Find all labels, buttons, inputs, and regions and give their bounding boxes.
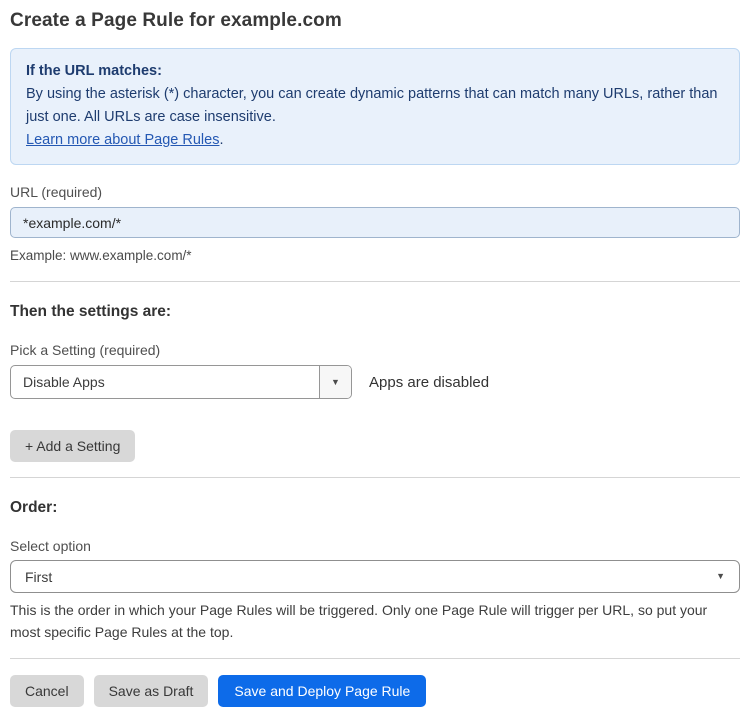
save-as-draft-button[interactable]: Save as Draft bbox=[93, 675, 209, 707]
learn-more-link[interactable]: Learn more about Page Rules bbox=[26, 132, 219, 148]
cancel-button[interactable]: Cancel bbox=[10, 675, 84, 707]
chevron-down-icon: ▼ bbox=[716, 571, 725, 581]
info-box-body: By using the asterisk (*) character, you… bbox=[26, 86, 718, 125]
setting-select[interactable]: Disable Apps ▼ bbox=[10, 365, 352, 399]
setting-select-value: Disable Apps bbox=[23, 374, 105, 390]
order-helper-text: This is the order in which your Page Rul… bbox=[10, 602, 708, 640]
setting-select-arrow-button[interactable]: ▼ bbox=[319, 366, 351, 398]
order-section-heading: Order: bbox=[10, 499, 58, 516]
divider bbox=[10, 658, 740, 659]
link-period: . bbox=[219, 132, 224, 148]
page-title: Create a Page Rule for example.com bbox=[10, 10, 342, 31]
setting-row: Disable Apps ▼ Apps are disabled bbox=[10, 365, 740, 399]
save-and-deploy-button[interactable]: Save and Deploy Page Rule bbox=[218, 675, 427, 707]
url-field-label: URL (required) bbox=[10, 184, 103, 200]
chevron-down-icon: ▼ bbox=[331, 376, 340, 387]
url-match-info-box: If the URL matches: By using the asteris… bbox=[10, 48, 740, 165]
order-select-value: First bbox=[25, 568, 53, 585]
order-select[interactable]: First ▼ bbox=[10, 560, 740, 593]
url-input[interactable] bbox=[10, 207, 740, 238]
order-select-label: Select option bbox=[10, 538, 91, 554]
footer-actions: Cancel Save as Draft Save and Deploy Pag… bbox=[10, 675, 740, 707]
divider bbox=[10, 281, 740, 282]
setting-status-text: Apps are disabled bbox=[369, 373, 490, 391]
pick-setting-label: Pick a Setting (required) bbox=[10, 342, 161, 358]
settings-section-heading: Then the settings are: bbox=[10, 303, 172, 320]
info-box-heading: If the URL matches: bbox=[26, 63, 162, 79]
info-box-link-line: Learn more about Page Rules. bbox=[26, 129, 724, 152]
divider bbox=[10, 477, 740, 478]
url-example-helper: Example: www.example.com/* bbox=[10, 248, 192, 263]
create-page-rule-panel: Create a Page Rule for example.com If th… bbox=[0, 0, 750, 719]
add-setting-button[interactable]: + Add a Setting bbox=[10, 430, 136, 462]
